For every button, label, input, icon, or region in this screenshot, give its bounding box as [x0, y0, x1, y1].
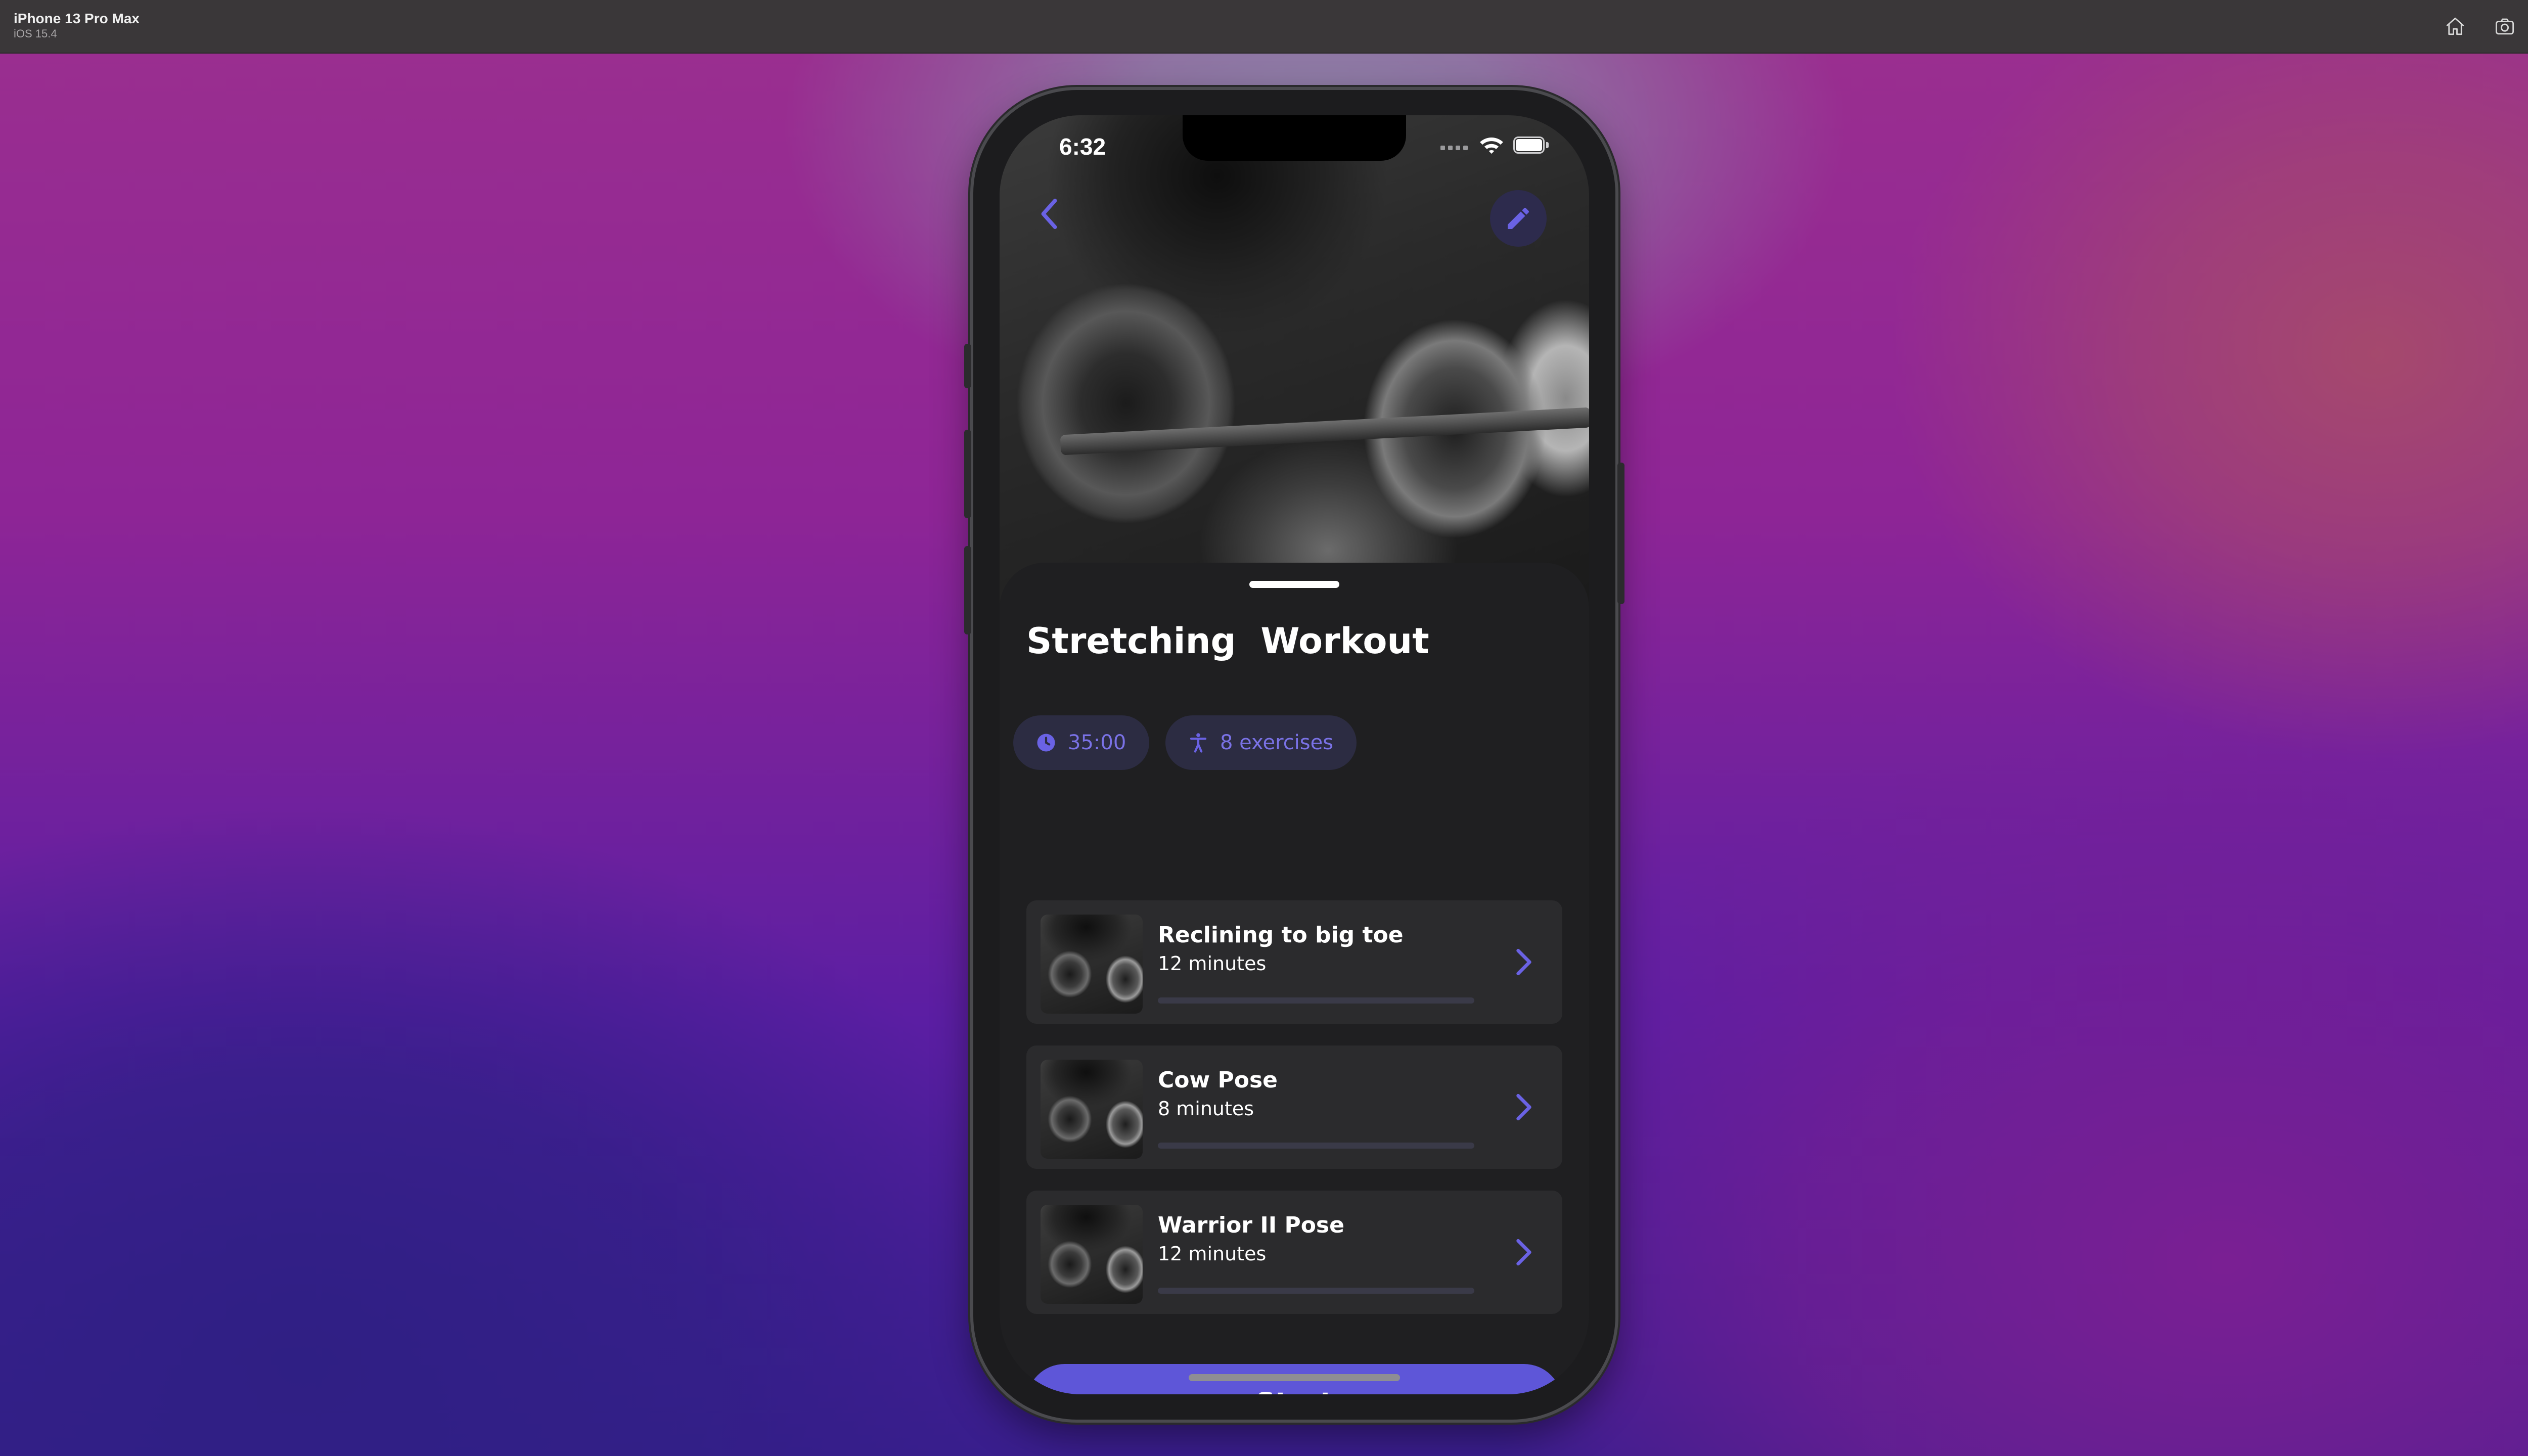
device-name: iPhone 13 Pro Max: [14, 11, 140, 26]
chevron-right-icon: [1516, 1094, 1531, 1121]
exercise-progress-bar: [1158, 1143, 1474, 1149]
exercise-duration: 8 minutes: [1158, 1098, 1254, 1120]
exercise-card[interactable]: Warrior II Pose 12 minutes: [1026, 1191, 1562, 1314]
home-icon: [2446, 17, 2464, 35]
back-button[interactable]: [1029, 191, 1069, 237]
exercise-duration: 12 minutes: [1158, 952, 1267, 975]
phone-screen: 6:32 Stretching Workout 35:00 8 exercise…: [1000, 115, 1589, 1394]
screenshot-icon: [2495, 18, 2514, 35]
workout-title: Stretching Workout: [1026, 620, 1429, 662]
battery-icon: [1513, 136, 1550, 154]
status-icons: [1440, 135, 1550, 155]
notch: [1183, 115, 1406, 161]
exercise-name: Warrior II Pose: [1158, 1212, 1344, 1238]
chevron-right-icon: [1516, 1239, 1531, 1266]
exercise-thumbnail: [1041, 1205, 1143, 1304]
os-version: iOS 15.4: [14, 27, 57, 40]
workout-detail-sheet: Stretching Workout 35:00 8 exercises Rec…: [1000, 563, 1589, 1394]
exercise-card[interactable]: Cow Pose 8 minutes: [1026, 1045, 1562, 1169]
exercise-name: Cow Pose: [1158, 1067, 1278, 1093]
chevron-right-icon: [1516, 948, 1531, 976]
exercise-progress-bar: [1158, 1288, 1474, 1294]
simulator-title-bar: iPhone 13 Pro Max iOS 15.4: [0, 0, 2528, 54]
exercise-open-button[interactable]: [1512, 1233, 1536, 1271]
home-indicator[interactable]: [1189, 1374, 1400, 1381]
exercise-card[interactable]: Reclining to big toe 12 minutes: [1026, 900, 1562, 1024]
exercise-progress-bar: [1158, 997, 1474, 1004]
status-time: 6:32: [1059, 133, 1106, 160]
clock-icon: [1037, 734, 1055, 752]
screenshot-button[interactable]: [2492, 13, 2518, 39]
volume-up-button: [964, 430, 971, 518]
exercise-thumbnail: [1041, 915, 1143, 1014]
wifi-icon: [1479, 135, 1504, 155]
duration-text: 35:00: [1068, 731, 1126, 754]
volume-down-button: [964, 546, 971, 634]
person-icon: [1190, 733, 1207, 753]
chevron-left-icon: [1041, 199, 1057, 229]
power-button: [1617, 463, 1624, 604]
hero-barbell-shape: [1060, 407, 1589, 456]
exercise-thumbnail: [1041, 1060, 1143, 1159]
exercise-open-button[interactable]: [1512, 1088, 1536, 1126]
duration-chip: 35:00: [1013, 715, 1150, 770]
exercise-name: Reclining to big toe: [1158, 922, 1404, 948]
exercise-duration: 12 minutes: [1158, 1243, 1267, 1265]
edit-button[interactable]: [1490, 190, 1547, 247]
pencil-icon: [1508, 207, 1529, 229]
sheet-grabber[interactable]: [1249, 581, 1339, 588]
exercise-open-button[interactable]: [1512, 943, 1536, 981]
mute-switch: [964, 344, 971, 388]
exercise-count-text: 8 exercises: [1220, 731, 1334, 754]
workout-hero-image: [1000, 115, 1589, 621]
exercise-count-chip: 8 exercises: [1165, 715, 1357, 770]
signal-icon: [1440, 140, 1470, 150]
home-button[interactable]: [2442, 13, 2468, 39]
